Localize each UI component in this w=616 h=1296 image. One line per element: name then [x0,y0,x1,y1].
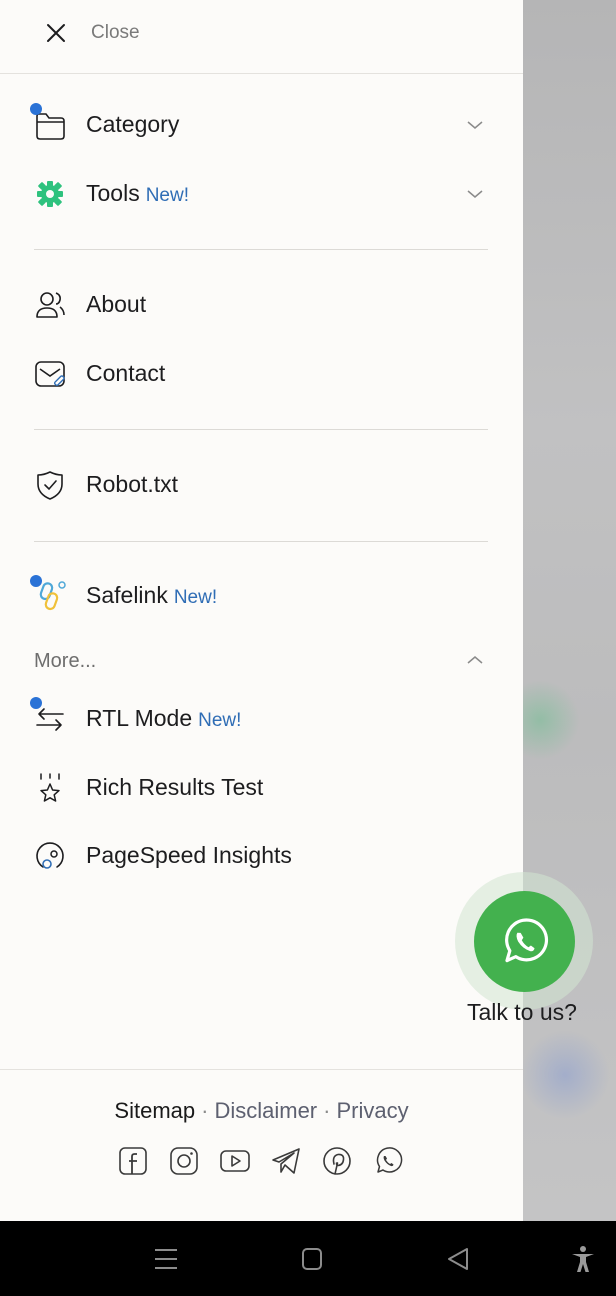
whatsapp-icon[interactable] [372,1145,404,1177]
menu-item-robot-txt[interactable]: Robot.txt [0,457,523,513]
star-sparkle-icon [40,773,60,802]
close-icon[interactable] [44,21,68,45]
telegram-icon[interactable] [270,1145,302,1177]
divider [34,249,488,250]
footer-links: Sitemap · Disclaimer · Privacy [0,1098,523,1124]
drawer-header: Close [0,0,523,74]
menu-item-tools[interactable]: Tools New! [0,166,523,222]
chevron-down-icon[interactable] [465,115,485,135]
menu-item-label: Rich Results Test [86,774,264,800]
instagram-icon[interactable] [168,1145,200,1177]
menu-item-label: Tools New! [86,180,189,206]
facebook-icon[interactable] [117,1145,149,1177]
drawer-footer: Sitemap · Disclaimer · Privacy [0,1069,523,1222]
whatsapp-icon [505,918,549,963]
new-badge: New! [145,185,189,206]
shield-check-icon [37,471,63,500]
pinterest-icon[interactable] [321,1145,353,1177]
divider [34,541,488,542]
menu-item-pagespeed-insights[interactable]: PageSpeed Insights [0,828,523,884]
backdrop-blur-blue [520,1030,610,1120]
menu-item-label: PageSpeed Insights [86,842,292,868]
back-icon[interactable] [445,1245,473,1273]
chevron-up-icon[interactable] [465,650,485,670]
whatsapp-label[interactable]: Talk to us? [467,999,577,1026]
menu-item-label: Contact [86,360,166,386]
new-badge: New! [198,710,242,731]
notification-dot [30,103,42,115]
recents-icon[interactable] [152,1245,180,1273]
disclaimer-link[interactable]: Disclaimer [214,1098,317,1123]
system-navigation-bar [0,1221,616,1296]
notification-dot [30,575,42,587]
new-badge: New! [173,587,218,608]
separator: · [323,1098,331,1123]
menu-item-label: Category [86,111,180,137]
navigation-drawer: Close Category Tools New! About Contact … [0,0,523,1221]
menu-item-category[interactable]: Category [0,97,523,153]
menu-item-label: Robot.txt [86,471,179,497]
divider [34,429,488,430]
notification-dot [30,697,42,709]
close-button[interactable]: Close [91,22,140,44]
sitemap-link[interactable]: Sitemap [114,1098,195,1123]
menu-item-contact[interactable]: Contact [0,346,523,402]
menu-item-label: Safelink New! [86,582,218,608]
accessibility-icon[interactable] [569,1245,597,1273]
menu-item-label: RTL Mode New! [86,705,242,731]
menu-item-label: About [86,291,147,317]
users-icon [36,292,65,318]
privacy-link[interactable]: Privacy [336,1098,408,1123]
gear-icon [37,181,63,207]
home-icon[interactable] [298,1245,326,1273]
menu-item-safelink[interactable]: Safelink New! [0,568,523,624]
menu-item-about[interactable]: About [0,277,523,333]
mail-edit-icon [35,361,65,387]
youtube-icon[interactable] [219,1145,251,1177]
chevron-down-icon[interactable] [465,184,485,204]
separator: · [201,1098,209,1123]
gauge-icon [36,842,64,869]
more-toggle[interactable]: More... [34,650,96,673]
menu-item-rich-results-test[interactable]: Rich Results Test [0,760,523,816]
whatsapp-chat-button[interactable] [474,891,575,992]
menu-item-rtl-mode[interactable]: RTL Mode New! [0,691,523,747]
